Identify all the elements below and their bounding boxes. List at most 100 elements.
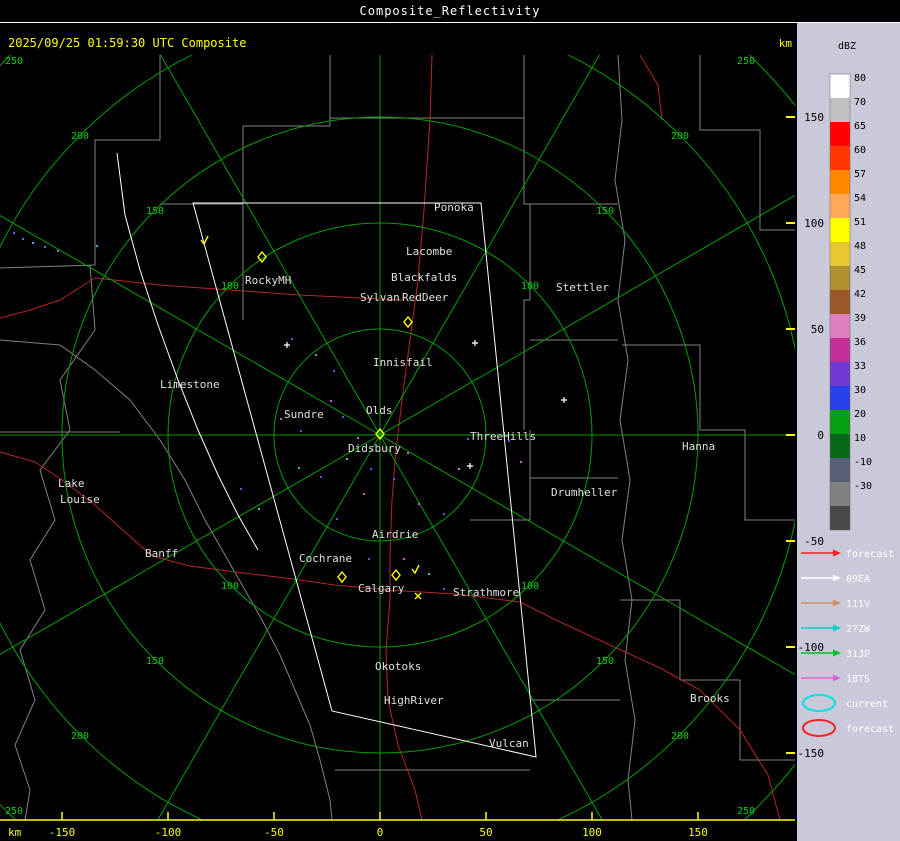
title-bar: Composite_Reflectivity bbox=[0, 0, 900, 23]
range-ring-label: 150 bbox=[596, 206, 614, 217]
colorbar-segment bbox=[830, 242, 850, 266]
x-axis-tick-label: 50 bbox=[479, 826, 492, 839]
range-ring-label: 250 bbox=[737, 806, 755, 817]
city-label: Innisfail bbox=[373, 356, 433, 369]
colorbar-title: dBZ bbox=[838, 41, 856, 52]
x-axis-unit-label: km bbox=[8, 826, 22, 839]
city-label: Vulcan bbox=[489, 737, 529, 750]
colorbar-segment bbox=[830, 458, 850, 482]
radar-echo bbox=[320, 476, 322, 478]
colorbar-value: 51 bbox=[854, 217, 866, 228]
legend-label: 27ZW bbox=[846, 624, 871, 635]
colorbar-value: 65 bbox=[854, 121, 866, 132]
storm-marker-diamond-icon bbox=[403, 315, 413, 329]
colorbar-segment bbox=[830, 98, 850, 122]
radar-application: { "title_bar": { "title": "Composite_Ref… bbox=[0, 0, 900, 841]
legend-label: 18TS bbox=[846, 674, 870, 685]
range-ring-label: 100 bbox=[221, 281, 239, 292]
radar-echo bbox=[428, 573, 430, 575]
radar-echo bbox=[342, 416, 344, 418]
range-ring-label: 100 bbox=[521, 581, 539, 592]
range-ring-label: 250 bbox=[5, 806, 23, 817]
radar-echo bbox=[300, 430, 302, 432]
legend-label: 111V bbox=[846, 599, 870, 610]
radar-echo bbox=[458, 468, 460, 470]
window-title: Composite_Reflectivity bbox=[359, 4, 541, 18]
colorbar-value: 80 bbox=[854, 73, 866, 84]
y-axis-tick-label: -50 bbox=[804, 535, 824, 548]
x-axis-tick-label: 100 bbox=[582, 826, 602, 839]
storm-marker-x-icon bbox=[414, 592, 422, 600]
y-axis-tick-label: 0 bbox=[817, 429, 824, 442]
radar-echo bbox=[315, 354, 317, 356]
x-axis: -150 -100 -50 0 50 100 150 bbox=[0, 812, 795, 839]
radar-echo bbox=[57, 250, 59, 252]
colorbar-value: 48 bbox=[854, 241, 866, 252]
colorbar-segment bbox=[830, 506, 850, 530]
radar-echo bbox=[258, 508, 260, 510]
colorbar-segment bbox=[830, 290, 850, 314]
radar-echo bbox=[280, 418, 282, 420]
range-ring-label: 250 bbox=[5, 56, 23, 67]
city-label: Limestone bbox=[160, 378, 220, 391]
y-axis-tick-label: -150 bbox=[798, 747, 825, 760]
city-label: Lake bbox=[58, 477, 85, 490]
radar-echo bbox=[407, 452, 409, 454]
colorbar-segment bbox=[830, 314, 850, 338]
colorbar-segment bbox=[830, 218, 850, 242]
y-axis-tick-label: 100 bbox=[804, 217, 824, 230]
colorbar-value: 20 bbox=[854, 409, 866, 420]
range-ring-label: 100 bbox=[521, 281, 539, 292]
colorbar-segment bbox=[830, 146, 850, 170]
range-ring-label: 150 bbox=[146, 656, 164, 667]
city-label: Okotoks bbox=[375, 660, 421, 673]
radar-echo bbox=[418, 503, 420, 505]
range-rings bbox=[0, 55, 795, 820]
y-axis-tick-label: 50 bbox=[811, 323, 824, 336]
storm-marker-check-icon bbox=[411, 564, 420, 575]
y-axis-tick-label: -100 bbox=[798, 641, 825, 654]
radar-echo bbox=[467, 438, 469, 440]
colorbar-value: 33 bbox=[854, 361, 866, 372]
city-label: Lacombe bbox=[406, 245, 452, 258]
colorbar-segment bbox=[830, 386, 850, 410]
city-label: Strathmore bbox=[453, 586, 519, 599]
city-label: Didsbury bbox=[348, 442, 401, 455]
colorbar-value: -30 bbox=[854, 481, 872, 492]
colorbar-segment bbox=[830, 266, 850, 290]
legend-label: forecast bbox=[846, 724, 894, 735]
x-axis-tick-label: 0 bbox=[377, 826, 384, 839]
city-label: RedDeer bbox=[402, 291, 449, 304]
colorbar-value: 45 bbox=[854, 265, 866, 276]
colorbar-value: 42 bbox=[854, 289, 866, 300]
city-label: Olds bbox=[366, 404, 393, 417]
city-label: Drumheller bbox=[551, 486, 618, 499]
range-spoke bbox=[0, 434, 381, 655]
storm-marker-diamond-icon bbox=[391, 568, 401, 582]
range-ring-label: 150 bbox=[146, 206, 164, 217]
x-axis-tick-label: -50 bbox=[264, 826, 284, 839]
colorbar-value: 60 bbox=[854, 145, 866, 156]
radar-echo bbox=[330, 400, 332, 402]
city-label: Airdrie bbox=[372, 528, 418, 541]
colorbar-segment bbox=[830, 482, 850, 506]
legend-label: 31JP bbox=[846, 649, 870, 660]
city-label: Brooks bbox=[690, 692, 730, 705]
colorbar-segment bbox=[830, 410, 850, 434]
storm-marker-diamond-icon bbox=[337, 570, 347, 584]
colorbar-segment bbox=[830, 338, 850, 362]
point-marker-plus-icon bbox=[467, 463, 473, 469]
radar-echo bbox=[370, 468, 372, 470]
radar-echo bbox=[32, 242, 34, 244]
range-ring-label: 200 bbox=[671, 731, 689, 742]
radar-echo bbox=[333, 370, 335, 372]
range-ring-label: 200 bbox=[71, 731, 89, 742]
colorbar-value: 70 bbox=[854, 97, 866, 108]
x-axis-tick-label: -100 bbox=[155, 826, 182, 839]
radar-echo bbox=[393, 478, 395, 480]
colorbar-segment bbox=[830, 170, 850, 194]
radar-domain-boundary bbox=[116, 152, 537, 758]
city-label: Calgary bbox=[358, 582, 405, 595]
y-axis-unit-label: km bbox=[779, 37, 793, 50]
point-marker-plus-icon bbox=[472, 340, 478, 346]
